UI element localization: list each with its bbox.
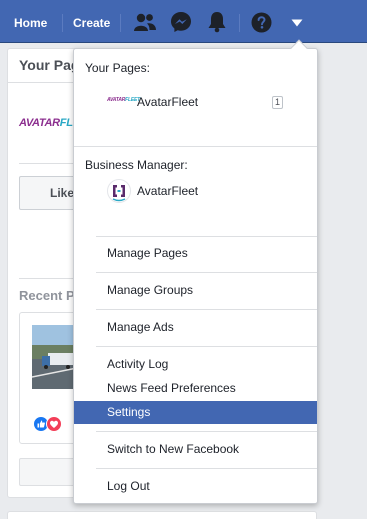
- manage-ads-item[interactable]: Manage Ads: [74, 316, 317, 339]
- love-reaction-icon: [46, 416, 62, 432]
- page-count-badge: 1: [272, 96, 283, 109]
- next-card: [7, 511, 317, 519]
- switch-to-new-facebook-item[interactable]: Switch to New Facebook: [74, 438, 317, 461]
- account-dropdown-menu: Your Pages: AVATARFLEET AvatarFleet 1 Bu…: [73, 39, 318, 504]
- section-divider: [96, 431, 317, 432]
- log-out-item[interactable]: Log Out: [74, 475, 317, 498]
- friends-icon[interactable]: [134, 12, 156, 32]
- manage-pages-item[interactable]: Manage Pages: [74, 242, 317, 265]
- business-name: AvatarFleet: [137, 184, 199, 198]
- nav-divider: [62, 14, 63, 32]
- nav-divider: [239, 14, 240, 32]
- notifications-icon[interactable]: [207, 11, 227, 33]
- section-divider: [74, 146, 317, 147]
- section-divider: [96, 272, 317, 273]
- business-row-avatarfleet[interactable]: AvatarFleet: [74, 177, 317, 205]
- activity-log-item[interactable]: Activity Log: [74, 353, 317, 376]
- manage-groups-item[interactable]: Manage Groups: [74, 279, 317, 302]
- messenger-icon[interactable]: [170, 11, 192, 33]
- settings-item[interactable]: Settings: [74, 401, 317, 424]
- page-thumbnail-logo: AVATARFLEET: [107, 97, 140, 103]
- section-divider: [96, 236, 317, 237]
- news-feed-preferences-item[interactable]: News Feed Preferences: [74, 377, 317, 400]
- your-pages-title: Your Pag: [19, 57, 80, 73]
- divider: [7, 82, 82, 83]
- section-divider: [96, 468, 317, 469]
- account-menu-caret-icon[interactable]: [291, 19, 303, 27]
- your-pages-label: Your Pages:: [85, 61, 150, 75]
- home-link[interactable]: Home: [14, 16, 47, 30]
- create-link[interactable]: Create: [73, 16, 110, 30]
- nav-divider: [120, 14, 121, 32]
- section-divider: [96, 309, 317, 310]
- section-divider: [96, 346, 317, 347]
- business-manager-label: Business Manager:: [85, 158, 188, 172]
- business-logo-icon: [107, 179, 131, 203]
- page-row-avatarfleet[interactable]: AVATARFLEET AvatarFleet 1: [74, 89, 317, 115]
- top-navigation-bar: Home Create: [0, 0, 367, 43]
- help-icon[interactable]: [251, 12, 272, 33]
- recent-posts-title: Recent P: [19, 288, 75, 303]
- page-name: AvatarFleet: [137, 95, 199, 109]
